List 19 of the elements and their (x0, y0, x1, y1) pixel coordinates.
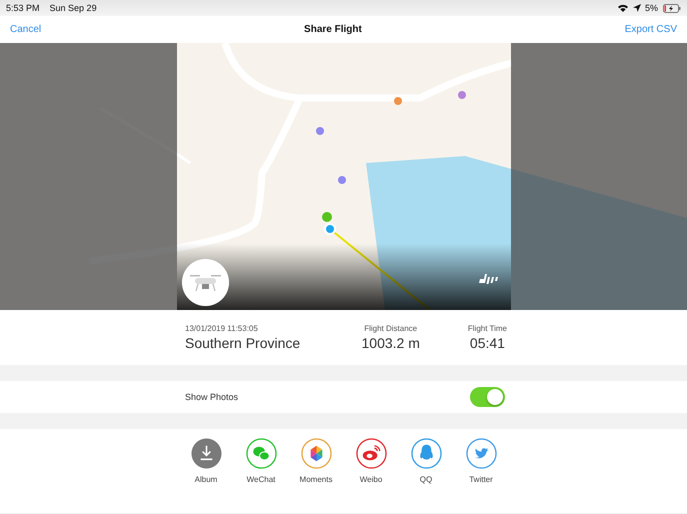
battery-percent: 5% (644, 3, 658, 13)
export-csv-button[interactable]: Export CSV (624, 24, 677, 35)
share-button[interactable]: WeChat (246, 438, 276, 513)
show-photos-label: Show Photos (185, 392, 238, 402)
screen-title: Share Flight (304, 24, 362, 35)
status-time: 5:53 PM (6, 3, 40, 13)
stat-value: 1003.2 m (362, 335, 420, 351)
flight-date: 13/01/2019 11:53:05 (185, 324, 259, 333)
stat-label: Flight Distance (364, 324, 418, 333)
stat-label: Flight Time (468, 324, 507, 333)
cancel-button[interactable]: Cancel (10, 24, 42, 35)
share-button[interactable]: QQ (410, 438, 442, 513)
share-button[interactable]: Weibo (356, 438, 386, 513)
status-date: Sun Sep 29 (50, 3, 97, 13)
share-button[interactable]: Album (190, 438, 222, 513)
share-button[interactable]: Twitter (466, 438, 496, 513)
flight-location: Southern Province (185, 335, 302, 351)
stat-value: 05:41 (470, 335, 505, 351)
share-button[interactable]: Moments (300, 438, 332, 513)
